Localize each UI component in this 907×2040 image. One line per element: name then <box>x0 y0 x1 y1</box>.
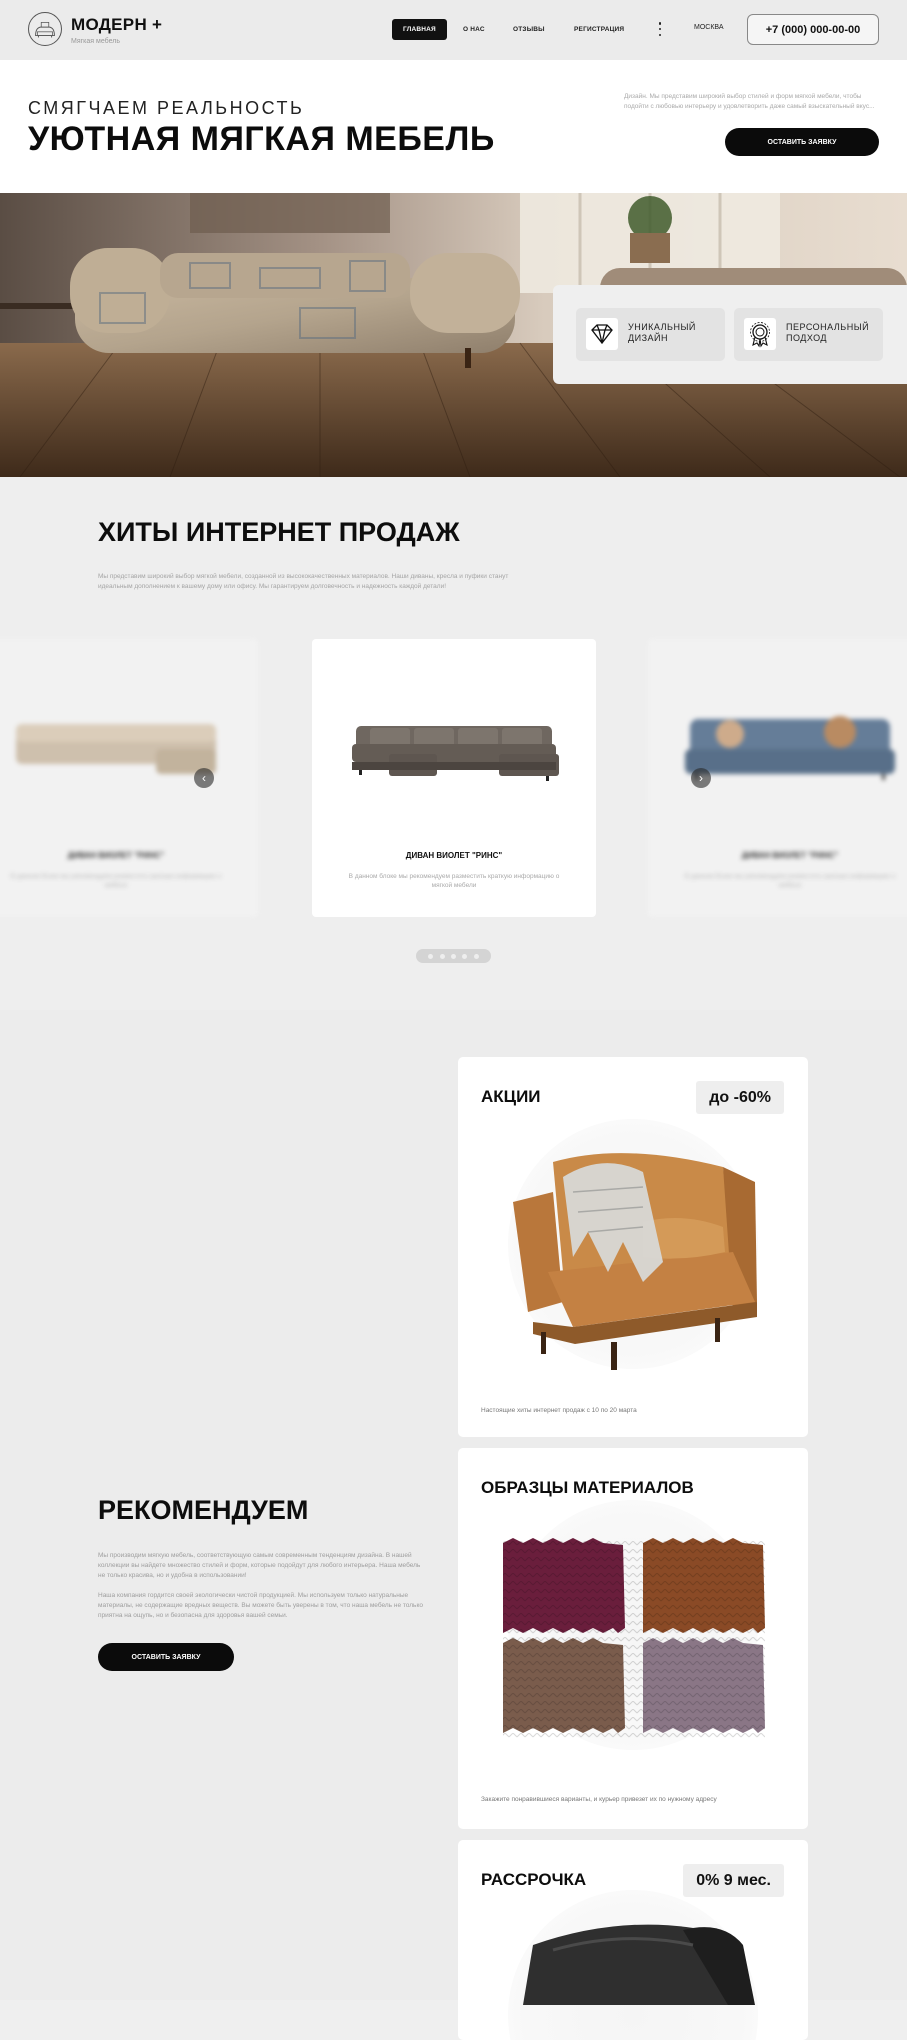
recommend-title: РЕКОМЕНДУЕМ <box>98 1495 309 1525</box>
brand-name[interactable]: МОДЕРН + <box>71 15 162 35</box>
logo-icon[interactable] <box>28 12 62 46</box>
carousel-dot[interactable] <box>462 953 468 959</box>
hero-title: УЮТНАЯ МЯГКАЯ МЕБЕЛЬ <box>28 120 495 158</box>
installment-badge: 0% 9 мес. <box>683 1864 784 1897</box>
carousel-dot[interactable] <box>450 953 456 959</box>
carousel-dot[interactable] <box>428 953 434 959</box>
product-description: В данном блоке мы рекомендуем разместить… <box>10 873 222 889</box>
nav-about[interactable]: О НАС <box>452 19 496 40</box>
more-menu-icon[interactable] <box>658 22 662 36</box>
diamond-icon <box>586 318 618 350</box>
promo-card-title: АКЦИИ <box>481 1087 541 1106</box>
promo-card-installment[interactable]: РАССРОЧКА 0% 9 мес. <box>458 1840 808 2040</box>
brand-tagline: Мягкая мебель <box>71 38 120 45</box>
features-panel: УНИКАЛЬНЫЙ ДИЗАЙН ПЕРСОНАЛЬНЫЙ ПОДХОД <box>553 285 907 384</box>
promo-card-title: ОБРАЗЦЫ МАТЕРИАЛОВ <box>481 1478 694 1497</box>
phone-button[interactable]: +7 (000) 000-00-00 <box>747 14 879 45</box>
sofa-image <box>352 726 559 781</box>
hero-request-button[interactable]: ОСТАВИТЬ ЗАЯВКУ <box>725 128 879 156</box>
promo-card-materials[interactable]: ОБРАЗЦЫ МАТЕРИАЛОВ Закажите понравившиес… <box>458 1448 808 1829</box>
award-icon <box>744 318 776 350</box>
carousel-dot[interactable] <box>439 953 445 959</box>
leather-armchair-image <box>523 1924 755 2005</box>
site-header: МОДЕРН + Мягкая мебель ГЛАВНАЯ О НАС ОТЗ… <box>0 0 907 60</box>
carousel-dot[interactable] <box>473 953 479 959</box>
promo-card-title: РАССРОЧКА <box>481 1870 587 1889</box>
hits-section: ХИТЫ ИНТЕРНЕТ ПРОДАЖ Мы представим широк… <box>0 477 907 1010</box>
hits-description: Мы представим широкий выбор мягкой мебел… <box>98 573 509 590</box>
product-name: ДИВАН ВИОЛЕТ "РИНС" <box>741 851 839 860</box>
carousel-pagination <box>416 949 491 963</box>
recommend-paragraph-2: Наша компания гордится своей экологическ… <box>98 1592 423 1619</box>
nav-home[interactable]: ГЛАВНАЯ <box>392 19 447 40</box>
armchair-image <box>513 1153 757 1370</box>
product-description: В данном блоке мы рекомендуем разместить… <box>348 873 560 889</box>
discount-badge: до -60% <box>696 1081 784 1114</box>
hero-subtitle: СМЯГЧАЕМ РЕАЛЬНОСТЬ <box>28 98 305 118</box>
fabric-swatches-image <box>503 1538 765 1738</box>
product-card-next[interactable]: ДИВАН ВИОЛЕТ "РИНС" В данном блоке мы ре… <box>648 639 907 917</box>
nav-reviews[interactable]: ОТЗЫВЫ <box>502 19 556 40</box>
recommend-request-button[interactable]: ОСТАВИТЬ ЗАЯВКУ <box>98 1643 234 1671</box>
carousel-prev-icon[interactable]: ‹ <box>194 768 214 788</box>
hero-section: СМЯГЧАЕМ РЕАЛЬНОСТЬ УЮТНАЯ МЯГКАЯ МЕБЕЛЬ… <box>0 60 907 193</box>
feature-unique-design: УНИКАЛЬНЫЙ ДИЗАЙН <box>576 308 725 361</box>
product-name: ДИВАН ВИОЛЕТ "РИНС" <box>67 851 165 860</box>
hits-title: ХИТЫ ИНТЕРНЕТ ПРОДАЖ <box>98 517 460 547</box>
carousel-next-icon[interactable]: › <box>691 768 711 788</box>
feature-label: ПЕРСОНАЛЬНЫЙ ПОДХОД <box>786 322 870 343</box>
city-selector[interactable]: МОСКВА <box>694 24 724 31</box>
feature-label: УНИКАЛЬНЫЙ ДИЗАЙН <box>628 322 696 343</box>
promo-caption: Настоящие хиты интернет продаж с 10 по 2… <box>481 1407 637 1414</box>
product-card-prev[interactable]: ДИВАН ВИОЛЕТ "РИНС" В данном блоке мы ре… <box>0 639 258 917</box>
product-description: В данном блоке мы рекомендуем разместить… <box>684 873 896 889</box>
hero-description: Дизайн. Мы представим широкий выбор стил… <box>624 93 875 110</box>
recommend-section: РЕКОМЕНДУЕМ Мы производим мягкую мебель,… <box>0 1010 907 2040</box>
feature-personal-approach: ПЕРСОНАЛЬНЫЙ ПОДХОД <box>734 308 883 361</box>
product-card-active[interactable]: ДИВАН ВИОЛЕТ "РИНС" В данном блоке мы ре… <box>312 639 596 917</box>
product-name: ДИВАН ВИОЛЕТ "РИНС" <box>405 851 503 860</box>
recommend-paragraph-1: Мы производим мягкую мебель, соответству… <box>98 1552 421 1579</box>
materials-caption: Закажите понравившиеся варианты, и курье… <box>481 1796 717 1803</box>
promo-card-sales[interactable]: АКЦИИ до -60% Настоящие хиты интернет пр… <box>458 1057 808 1437</box>
nav-registration[interactable]: РЕГИСТРАЦИЯ <box>563 19 635 40</box>
